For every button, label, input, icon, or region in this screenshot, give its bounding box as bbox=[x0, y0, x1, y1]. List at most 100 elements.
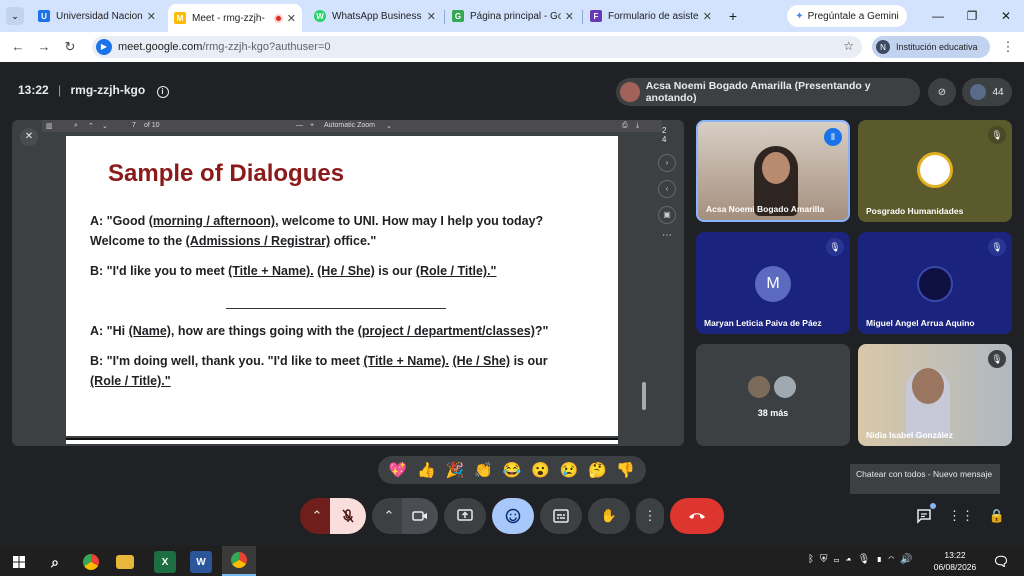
back-icon[interactable]: ← bbox=[8, 37, 28, 57]
tab-forms[interactable]: F Formulario de asister ✕ bbox=[584, 4, 718, 28]
zoom-in-icon[interactable]: + bbox=[310, 122, 314, 129]
minimize-icon[interactable]: — bbox=[928, 6, 948, 26]
activities-button[interactable]: ⋮⋮ bbox=[946, 498, 976, 534]
reload-icon[interactable]: ↻ bbox=[60, 37, 80, 57]
taskbar-search-icon[interactable]: ⌕ bbox=[44, 551, 66, 573]
zoom-out-icon[interactable]: — bbox=[296, 122, 303, 129]
close-tab-icon[interactable]: ✕ bbox=[287, 12, 296, 25]
display-icon[interactable]: ▭ bbox=[834, 554, 846, 565]
stop-presenting-icon[interactable]: ⊘ bbox=[928, 78, 956, 106]
more-options-button[interactable]: ⋮ bbox=[636, 498, 664, 534]
notifications-icon[interactable]: 🗨 bbox=[990, 551, 1012, 573]
page-number-input[interactable]: 7 bbox=[132, 122, 136, 129]
dialogue-line: B: "I'd like you to meet (Title + Name).… bbox=[90, 264, 497, 278]
participants-button[interactable]: 44 bbox=[962, 78, 1012, 106]
sidebar-toggle-icon[interactable]: ▥ bbox=[46, 122, 53, 130]
participant-avatar bbox=[772, 374, 798, 400]
participant-tile[interactable]: M 🎙 Maryan Leticia Paiva de Páez bbox=[696, 232, 850, 334]
participant-tile[interactable]: 🎙 Nidia Isabel González bbox=[858, 344, 1012, 446]
laugh-reaction-icon[interactable]: 😂 bbox=[503, 461, 522, 479]
cloud-icon[interactable]: ☁ bbox=[846, 554, 858, 565]
whatsapp-favicon-icon: W bbox=[314, 10, 326, 22]
taskbar-clock[interactable]: 13:22 06/08/2026 bbox=[930, 549, 980, 573]
clap-reaction-icon[interactable]: 👏 bbox=[474, 461, 493, 479]
excel-icon[interactable]: X bbox=[154, 551, 176, 573]
bookmark-star-icon[interactable]: ☆ bbox=[843, 39, 854, 53]
close-tab-icon[interactable]: ✕ bbox=[427, 10, 436, 23]
pdf-toolbar: ▥ ⌕ ⌃ ⌄ 7 of 10 — + Automatic Zoom ⌄ ⎙ ⤓ bbox=[42, 120, 662, 132]
chrome-active-taskbar-icon[interactable] bbox=[222, 546, 256, 576]
address-bar[interactable]: ▶ meet.google.com/rmg-zzjh-kgo?authuser=… bbox=[92, 36, 862, 58]
prev-page-icon[interactable]: ⌃ bbox=[88, 122, 94, 130]
tab-whatsapp[interactable]: W WhatsApp Business ✕ bbox=[308, 4, 442, 28]
microphone-off-button[interactable] bbox=[330, 498, 366, 534]
leave-call-button[interactable] bbox=[670, 498, 724, 534]
pdf-search-icon[interactable]: ⌕ bbox=[74, 122, 78, 130]
new-tab-icon[interactable]: + bbox=[724, 7, 742, 25]
file-explorer-icon[interactable] bbox=[116, 555, 134, 569]
audio-options-button[interactable]: ⌃ bbox=[300, 498, 334, 534]
raise-hand-button[interactable]: ✋ bbox=[588, 498, 630, 534]
word-icon[interactable]: W bbox=[190, 551, 212, 573]
close-tab-icon[interactable]: ✕ bbox=[147, 10, 156, 23]
camera-button[interactable] bbox=[402, 498, 438, 534]
close-window-icon[interactable]: ✕ bbox=[996, 6, 1016, 26]
profile-button[interactable]: N Institución educativa bbox=[872, 36, 990, 58]
participant-tile[interactable]: 🎙 Miguel Angel Arrua Aquino bbox=[858, 232, 1012, 334]
volume-icon[interactable]: 🔊 bbox=[900, 554, 918, 565]
tab-universidad[interactable]: U Universidad Nacional ✕ bbox=[32, 4, 162, 28]
more-participants-tile[interactable]: 38 más bbox=[696, 344, 850, 446]
presenter-chip[interactable]: Acsa Noemi Bogado Amarilla (Presentando … bbox=[616, 78, 920, 106]
participant-tile[interactable]: 🎙 Posgrado Humanidades bbox=[858, 120, 1012, 222]
surprised-reaction-icon[interactable]: 😮 bbox=[531, 461, 550, 479]
bluetooth-icon[interactable]: ᛒ bbox=[808, 554, 820, 565]
next-page-icon[interactable]: ⌄ bbox=[102, 122, 108, 130]
windows-start-icon[interactable] bbox=[8, 551, 30, 573]
close-screen-icon[interactable]: ✕ bbox=[20, 128, 38, 146]
wifi-icon[interactable]: ◠ bbox=[888, 554, 900, 565]
shield-icon[interactable]: ⛨ bbox=[820, 554, 834, 565]
download-icon[interactable]: ⤓ bbox=[636, 122, 639, 130]
meeting-info-icon[interactable]: i bbox=[156, 86, 169, 98]
chat-button[interactable] bbox=[906, 498, 942, 534]
site-info-icon[interactable]: ▶ bbox=[96, 39, 112, 55]
muted-mic-icon: 🎙 bbox=[988, 350, 1006, 368]
captions-button[interactable] bbox=[540, 498, 582, 534]
chrome-taskbar-icon[interactable] bbox=[80, 551, 102, 573]
gemini-button[interactable]: ✦ Pregúntale a Gemini bbox=[787, 5, 907, 27]
thumbs-up-reaction-icon[interactable]: 👍 bbox=[417, 461, 436, 479]
tab-google-sites[interactable]: G Página principal - Go ✕ bbox=[446, 4, 580, 28]
tab-search-icon[interactable]: ⌄ bbox=[6, 7, 24, 25]
restore-icon[interactable]: ❐ bbox=[962, 6, 982, 26]
host-controls-button[interactable]: 🔒 bbox=[982, 498, 1012, 534]
microphone-icon[interactable]: 🎙 bbox=[858, 554, 877, 565]
thinking-reaction-icon[interactable]: 🤔 bbox=[588, 461, 607, 479]
battery-icon[interactable]: ▮ bbox=[876, 554, 888, 565]
rail-more-icon[interactable]: ⋯ bbox=[662, 230, 672, 241]
forward-icon[interactable]: → bbox=[34, 37, 54, 57]
thumbs-down-reaction-icon[interactable]: 👎 bbox=[616, 461, 635, 479]
rail-prev-icon[interactable]: ‹ bbox=[658, 180, 676, 198]
rail-next-icon[interactable]: › bbox=[658, 154, 676, 172]
muted-mic-icon: 🎙 bbox=[826, 238, 844, 256]
sad-reaction-icon[interactable]: 😢 bbox=[560, 461, 579, 479]
mic-off-icon bbox=[342, 509, 354, 523]
pdf-scrollbar[interactable] bbox=[642, 382, 646, 410]
close-tab-icon[interactable]: ✕ bbox=[703, 10, 712, 23]
party-reaction-icon[interactable]: 🎉 bbox=[446, 461, 465, 479]
annotation-rail: 24 › ‹ ▣ ⋯ bbox=[656, 124, 680, 254]
menu-kebab-icon[interactable]: ⋮ bbox=[998, 37, 1018, 57]
meeting-code: rmg-zzjh-kgo bbox=[70, 83, 146, 97]
tab-meet[interactable]: M Meet - rmg-zzjh- ✕ bbox=[168, 4, 302, 32]
present-screen-button[interactable] bbox=[444, 498, 486, 534]
zoom-select[interactable]: Automatic Zoom bbox=[324, 122, 375, 129]
print-icon[interactable]: ⎙ bbox=[622, 122, 628, 130]
reactions-button[interactable] bbox=[492, 498, 534, 534]
participant-tile[interactable]: ⦀ Acsa Noemi Bogado Amarilla bbox=[696, 120, 850, 222]
close-tab-icon[interactable]: ✕ bbox=[565, 10, 574, 23]
url-host: meet.google.com bbox=[118, 41, 203, 53]
rail-annotate-icon[interactable]: ▣ bbox=[658, 206, 676, 224]
hang-up-icon bbox=[689, 513, 705, 519]
video-options-button[interactable]: ⌃ bbox=[372, 498, 406, 534]
heart-reaction-icon[interactable]: 💖 bbox=[389, 461, 408, 479]
